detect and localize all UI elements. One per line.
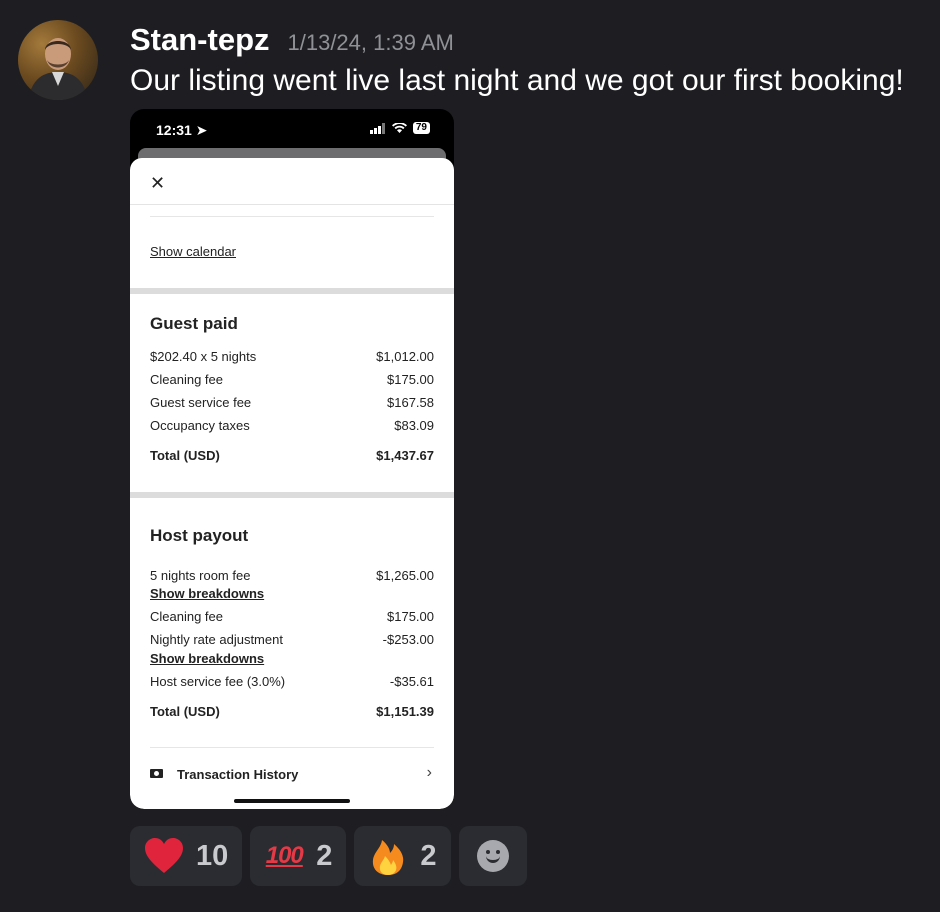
- guest-paid-row: $202.40 x 5 nights $1,012.00: [150, 349, 434, 364]
- total-label: Total (USD): [150, 448, 220, 463]
- row-label: Nightly rate adjustment: [150, 632, 283, 647]
- section-divider: [130, 492, 454, 498]
- row-value: $83.09: [394, 418, 434, 433]
- status-icons: 79: [369, 122, 430, 134]
- total-value: $1,437.67: [376, 448, 434, 463]
- wifi-icon: [391, 122, 407, 133]
- add-reaction-button[interactable]: [458, 826, 527, 886]
- reaction-count: 2: [316, 839, 333, 872]
- row-label: $202.40 x 5 nights: [150, 349, 257, 364]
- smiley-icon: [476, 840, 509, 872]
- message-timestamp: 1/13/24, 1:39 AM: [287, 30, 454, 55]
- row-value: $1,012.00: [376, 349, 434, 364]
- row-label: Cleaning fee: [150, 609, 223, 624]
- row-value: $1,265.00: [376, 568, 434, 583]
- show-breakdowns-link[interactable]: Show breakdowns: [150, 586, 264, 601]
- guest-paid-total: Total (USD) $1,437.67: [150, 448, 434, 463]
- author-name[interactable]: Stan-tepz: [130, 22, 270, 58]
- fire-icon: [368, 836, 408, 876]
- guest-paid-row: Guest service fee $167.58: [150, 395, 434, 410]
- guest-paid-title: Guest paid: [150, 314, 238, 333]
- sheet-header: ✕: [130, 158, 454, 205]
- reaction-hundred[interactable]: 100 2: [250, 826, 347, 886]
- total-label: Total (USD): [150, 704, 220, 719]
- booking-screenshot[interactable]: 12:31 ➤ 79 ✕ Show calendar Guest paid $2…: [130, 109, 454, 809]
- reactions-bar: 10 100 2 2: [130, 826, 527, 886]
- heart-icon: [144, 836, 184, 876]
- guest-paid-row: Occupancy taxes $83.09: [150, 418, 434, 433]
- message-text: Our listing went live last night and we …: [130, 64, 904, 97]
- host-payout-title: Host payout: [150, 526, 249, 545]
- home-indicator: [234, 799, 350, 803]
- avatar-portrait: [28, 38, 88, 100]
- message-header: Stan-tepz 1/13/24, 1:39 AM: [130, 22, 454, 58]
- divider: [150, 216, 434, 217]
- payment-details-sheet: ✕ Show calendar Guest paid $202.40 x 5 n…: [130, 158, 454, 809]
- row-label: Cleaning fee: [150, 372, 223, 387]
- chevron-right-icon: ›: [426, 764, 432, 781]
- user-avatar[interactable]: [18, 20, 98, 100]
- show-breakdowns-link[interactable]: Show breakdowns: [150, 651, 264, 666]
- status-time: 12:31 ➤: [156, 122, 207, 139]
- close-icon[interactable]: ✕: [150, 174, 165, 192]
- transaction-history-label: Transaction History: [177, 767, 299, 782]
- reaction-count: 2: [420, 839, 437, 872]
- row-label: Occupancy taxes: [150, 418, 250, 433]
- money-icon: [150, 769, 163, 778]
- signal-icon: [369, 122, 385, 134]
- hundred-points-icon: 100: [264, 836, 304, 876]
- hundred-glyph: 100: [265, 842, 304, 869]
- host-payout-total: Total (USD) $1,151.39: [150, 704, 434, 719]
- host-payout-row: Cleaning fee $175.00: [150, 609, 434, 624]
- reaction-count: 10: [196, 839, 229, 872]
- reaction-heart[interactable]: 10: [130, 826, 243, 886]
- host-payout-row: Nightly rate adjustment -$253.00: [150, 632, 434, 647]
- divider: [150, 747, 434, 748]
- row-value: $175.00: [387, 609, 434, 624]
- status-time-text: 12:31: [156, 122, 192, 138]
- row-value: -$35.61: [389, 674, 434, 689]
- phone-status-bar: 12:31 ➤ 79: [130, 109, 454, 149]
- row-value: $167.58: [387, 395, 434, 410]
- host-payout-row: Host service fee (3.0%) -$35.61: [150, 674, 434, 689]
- reaction-fire[interactable]: 2: [354, 826, 451, 886]
- guest-paid-row: Cleaning fee $175.00: [150, 372, 434, 387]
- row-label: Host service fee (3.0%): [150, 674, 286, 689]
- total-value: $1,151.39: [376, 704, 434, 719]
- location-arrow-icon: ➤: [195, 122, 208, 138]
- host-payout-row: 5 nights room fee $1,265.00: [150, 568, 434, 583]
- section-divider: [130, 288, 454, 294]
- row-label: 5 nights room fee: [150, 568, 251, 583]
- row-label: Guest service fee: [150, 395, 252, 410]
- row-value: $175.00: [387, 372, 434, 387]
- show-calendar-link[interactable]: Show calendar: [150, 244, 236, 259]
- battery-indicator: 79: [412, 122, 430, 134]
- row-value: -$253.00: [382, 632, 434, 647]
